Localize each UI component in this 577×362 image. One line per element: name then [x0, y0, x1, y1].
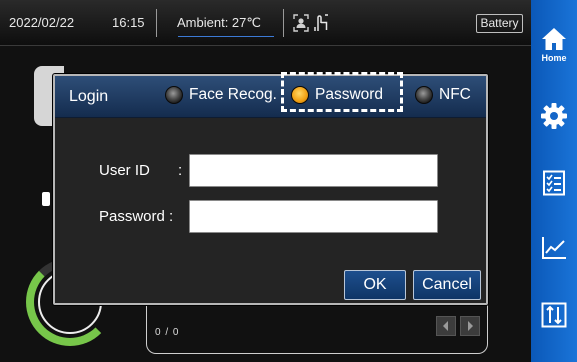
radio-face-recog-label: Face Recog.	[189, 86, 277, 103]
sidebar-item-temperature[interactable]	[531, 302, 577, 328]
status-divider	[156, 9, 157, 37]
checklist-icon	[543, 170, 565, 196]
next-icon	[468, 321, 473, 331]
user-id-colon: :	[178, 162, 183, 179]
sidebar-item-home[interactable]: Home	[531, 26, 577, 63]
prev-icon	[443, 321, 448, 331]
status-bar: 2022/02/22 16:15 Ambient: 27℃ Battery	[0, 0, 531, 46]
login-title: Login	[69, 88, 109, 105]
password-label: Password :	[99, 208, 174, 225]
battery-indicator: Battery	[476, 14, 523, 33]
next-page-button[interactable]	[460, 316, 480, 336]
password-highlight	[281, 72, 403, 112]
radio-nfc-label: NFC	[439, 86, 471, 103]
record-counter: 0 / 0	[155, 327, 180, 338]
login-dialog-header: Login Face Recog. Password NFC	[55, 72, 486, 118]
chart-icon	[542, 237, 566, 259]
hand-touch-icon	[313, 13, 329, 38]
ok-button[interactable]: OK	[344, 270, 406, 300]
radio-face-recog-indicator	[165, 86, 183, 104]
radio-nfc[interactable]: NFC	[415, 86, 471, 104]
radio-nfc-indicator	[415, 86, 433, 104]
ambient-temperature: Ambient: 27℃	[177, 15, 261, 30]
gear-icon	[541, 103, 567, 129]
prev-page-button[interactable]	[436, 316, 456, 336]
status-date: 2022/02/22	[9, 15, 75, 30]
person-scan-icon	[293, 14, 309, 37]
sidebar-item-checklist[interactable]	[531, 170, 577, 196]
cancel-button[interactable]: Cancel	[413, 270, 481, 300]
status-divider	[283, 9, 284, 37]
home-icon	[542, 28, 566, 50]
sidebar-item-settings[interactable]	[531, 102, 577, 130]
ambient-underline	[178, 36, 274, 37]
status-time: 16:15	[112, 15, 145, 30]
main-screen: 2022/02/22 16:15 Ambient: 27℃ Battery 0 …	[0, 0, 531, 362]
password-input[interactable]	[189, 200, 438, 233]
temperature-sync-icon	[541, 302, 567, 328]
lock-icon	[42, 192, 50, 206]
sidebar-item-chart[interactable]	[531, 236, 577, 260]
login-dialog: Login Face Recog. Password NFC User ID :…	[53, 72, 488, 305]
user-id-input[interactable]	[189, 154, 438, 187]
user-id-label: User ID	[99, 162, 150, 179]
radio-face-recog[interactable]: Face Recog.	[165, 86, 277, 104]
sidebar: Home	[531, 0, 577, 362]
sidebar-item-home-label: Home	[541, 53, 567, 63]
